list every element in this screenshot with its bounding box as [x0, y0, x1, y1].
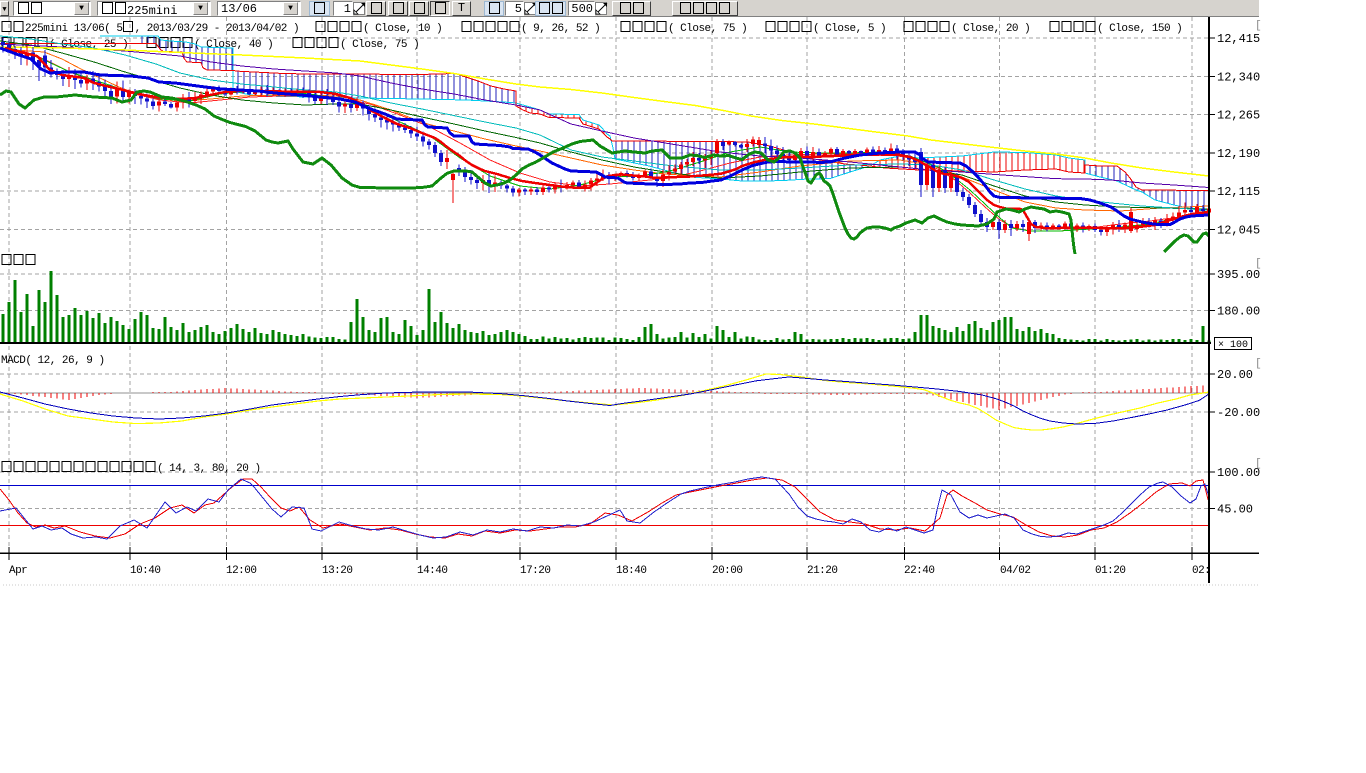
svg-text:( Close, 75 ): ( Close, 75 ): [668, 23, 747, 35]
svg-text:180.00: 180.00: [1217, 304, 1260, 318]
svg-text:18:40: 18:40: [616, 565, 646, 577]
svg-text:( Close, 40 ): ( Close, 40 ): [194, 39, 273, 51]
svg-text:17:20: 17:20: [520, 565, 550, 577]
svg-text:[: [: [1255, 258, 1262, 270]
svg-text:( Close, 75 ): ( Close, 75 ): [340, 39, 419, 51]
svg-text:21:20: 21:20: [807, 565, 837, 577]
svg-text:( Close, 5 ): ( Close, 5 ): [813, 23, 886, 35]
svg-text:-20.00: -20.00: [1217, 406, 1260, 420]
svg-text:( Close, 150 ): ( Close, 150 ): [1097, 23, 1182, 35]
svg-text:04/02: 04/02: [1000, 565, 1030, 577]
svg-text:( 9, 26, 52 ): ( 9, 26, 52 ): [521, 23, 600, 35]
svg-text:20.00: 20.00: [1217, 368, 1253, 382]
svg-text:225mini 13/06( 5: 225mini 13/06( 5: [25, 23, 122, 35]
svg-text:02:: 02:: [1192, 565, 1210, 577]
svg-text:( Close, 10 ): ( Close, 10 ): [363, 23, 442, 35]
svg-text:45.00: 45.00: [1217, 503, 1253, 517]
svg-text:12,340: 12,340: [1217, 70, 1260, 84]
svg-text:( 14, 3, 80, 20 ): ( 14, 3, 80, 20 ): [157, 463, 261, 475]
svg-text:20:00: 20:00: [712, 565, 742, 577]
svg-text:12,190: 12,190: [1217, 147, 1260, 161]
svg-text:( Close, 20 ): ( Close, 20 ): [951, 23, 1030, 35]
svg-text:13:20: 13:20: [322, 565, 352, 577]
svg-text:Apr: Apr: [9, 565, 27, 577]
svg-text:[: [: [1255, 358, 1262, 370]
svg-text:10:40: 10:40: [130, 565, 160, 577]
svg-text:MACD( 12, 26, 9 ): MACD( 12, 26, 9 ): [1, 355, 105, 367]
svg-text:[: [: [1255, 458, 1262, 470]
svg-text:12,415: 12,415: [1217, 32, 1260, 46]
svg-text:, 2013/03/29 - 2013/04/02 ): , 2013/03/29 - 2013/04/02 ): [135, 23, 299, 35]
svg-text:395.00: 395.00: [1217, 268, 1260, 282]
svg-text:12,265: 12,265: [1217, 109, 1260, 123]
svg-text:14:40: 14:40: [417, 565, 447, 577]
svg-text:12,045: 12,045: [1217, 224, 1260, 238]
svg-text:22:40: 22:40: [904, 565, 934, 577]
svg-text:01:20: 01:20: [1095, 565, 1125, 577]
svg-text:[: [: [1255, 20, 1262, 32]
svg-text:12,115: 12,115: [1217, 185, 1260, 199]
svg-text:12:00: 12:00: [226, 565, 256, 577]
svg-text:× 100: × 100: [1218, 340, 1248, 351]
svg-text:100.00: 100.00: [1217, 466, 1260, 480]
